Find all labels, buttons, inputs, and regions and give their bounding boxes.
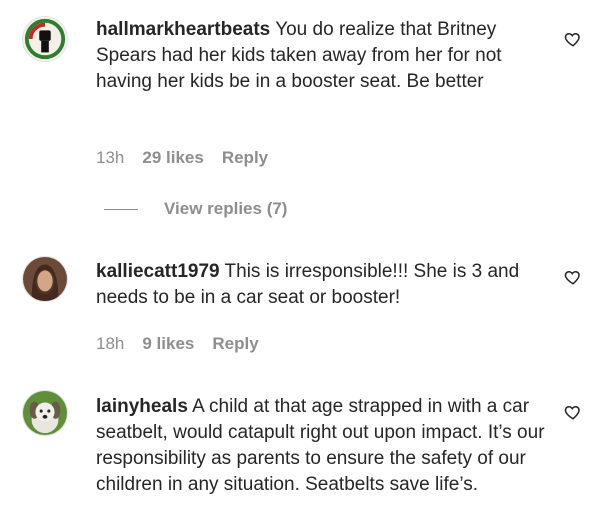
- avatar[interactable]: [22, 390, 68, 436]
- comment-username[interactable]: kalliecatt1979: [96, 261, 220, 282]
- like-heart-icon[interactable]: [564, 30, 582, 48]
- comment-text: kalliecatt1979 This is irresponsible!!! …: [96, 259, 546, 311]
- raised-fist-avatar-icon: [23, 17, 67, 61]
- view-replies-button[interactable]: View replies (7): [104, 199, 287, 219]
- comment-meta: 13h 29 likes Reply: [96, 148, 268, 168]
- avatar[interactable]: [22, 16, 68, 62]
- profile-photo-avatar-icon: [23, 257, 67, 301]
- comment-username[interactable]: hallmarkheartbeats: [96, 19, 270, 40]
- reply-button[interactable]: Reply: [212, 334, 258, 354]
- reply-button[interactable]: Reply: [222, 148, 268, 168]
- comment-time: 13h: [96, 148, 125, 167]
- dog-photo-avatar-icon: [23, 391, 67, 435]
- like-heart-icon[interactable]: [564, 268, 582, 286]
- view-replies-label: View replies (7): [164, 199, 288, 218]
- comment-text: lainyheals A child at that age strapped …: [96, 394, 546, 498]
- comment-username[interactable]: lainyheals: [96, 396, 188, 417]
- avatar[interactable]: [22, 256, 68, 302]
- comment-meta: 18h 9 likes Reply: [96, 334, 259, 354]
- comment-likes[interactable]: 9 likes: [142, 334, 194, 354]
- comment-time: 18h: [96, 334, 125, 353]
- divider-line: [104, 208, 138, 210]
- comment-likes[interactable]: 29 likes: [142, 148, 203, 168]
- comment-text: hallmarkheartbeats You do realize that B…: [96, 17, 546, 95]
- like-heart-icon[interactable]: [564, 403, 582, 421]
